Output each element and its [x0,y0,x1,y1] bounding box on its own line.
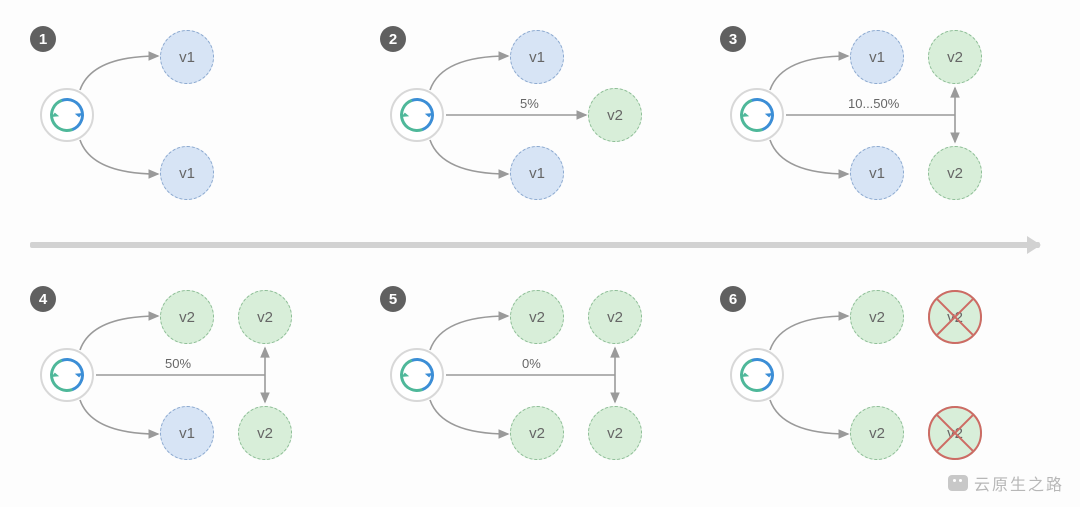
watermark: 云原生之路 [948,471,1064,495]
node-label: v2 [257,425,273,442]
target-node-v1: v1 [850,146,904,200]
step-number: 4 [39,291,47,308]
node-label: v1 [869,49,885,66]
step-badge: 2 [380,26,406,52]
step-panel-2: 2 v1 v2 v1 5% [370,20,710,210]
target-node-v1: v1 [510,30,564,84]
node-label: v2 [947,49,963,66]
rollout-controller-icon [40,348,94,402]
step-panel-5: 5 v2 v2 v2 v2 0% [370,280,710,470]
removed-node-v2: v2 [928,406,982,460]
extra-node-v2: v2 [928,146,982,200]
node-label: v2 [607,425,623,442]
node-label: v1 [529,49,545,66]
wechat-icon [948,475,968,491]
rollout-controller-icon [390,88,444,142]
step-panel-4: 4 v2 v1 v2 v2 50% [20,280,360,470]
node-label: v2 [947,165,963,182]
target-node-v1: v1 [160,30,214,84]
target-node-v1: v1 [160,406,214,460]
node-label: v1 [869,165,885,182]
canary-percentage-label: 10...50% [848,96,899,111]
node-label: v2 [947,309,963,326]
canary-percentage-label: 0% [522,356,541,371]
step-panel-6: 6 v2 v2 v2 v2 [710,280,1050,470]
node-label: v2 [179,309,195,326]
node-label: v1 [529,165,545,182]
rollout-controller-icon [390,348,444,402]
watermark-text: 云原生之路 [974,471,1064,495]
step-number: 2 [389,31,397,48]
node-label: v2 [947,425,963,442]
node-label: v2 [869,425,885,442]
target-node-v2: v2 [510,290,564,344]
step-panel-3: 3 v1 v1 v2 v2 10...50% [710,20,1050,210]
node-label: v2 [869,309,885,326]
rollout-controller-icon [730,348,784,402]
node-label: v1 [179,165,195,182]
rollout-controller-icon [730,88,784,142]
step-number: 3 [729,31,737,48]
extra-node-v2: v2 [238,290,292,344]
node-label: v2 [257,309,273,326]
rollout-controller-icon [40,88,94,142]
step-badge: 5 [380,286,406,312]
step-badge: 4 [30,286,56,312]
node-label: v2 [607,309,623,326]
target-node-v2: v2 [850,290,904,344]
extra-node-v2: v2 [588,406,642,460]
step-number: 6 [729,291,737,308]
step-number: 5 [389,291,397,308]
canary-percentage-label: 50% [165,356,191,371]
node-label: v2 [529,309,545,326]
canary-percentage-label: 5% [520,96,539,111]
node-label: v2 [607,107,623,124]
node-label: v1 [179,425,195,442]
step-badge: 1 [30,26,56,52]
target-node-v2: v2 [850,406,904,460]
step-panel-1: 1 v1 v1 [20,20,360,210]
target-node-v2: v2 [588,88,642,142]
extra-node-v2: v2 [928,30,982,84]
step-number: 1 [39,31,47,48]
extra-node-v2: v2 [238,406,292,460]
node-label: v1 [179,49,195,66]
removed-node-v2: v2 [928,290,982,344]
step-badge: 6 [720,286,746,312]
target-node-v1: v1 [850,30,904,84]
timeline-arrow [30,242,1040,248]
target-node-v1: v1 [510,146,564,200]
step-badge: 3 [720,26,746,52]
target-node-v2: v2 [510,406,564,460]
node-label: v2 [529,425,545,442]
target-node-v1: v1 [160,146,214,200]
target-node-v2: v2 [160,290,214,344]
extra-node-v2: v2 [588,290,642,344]
